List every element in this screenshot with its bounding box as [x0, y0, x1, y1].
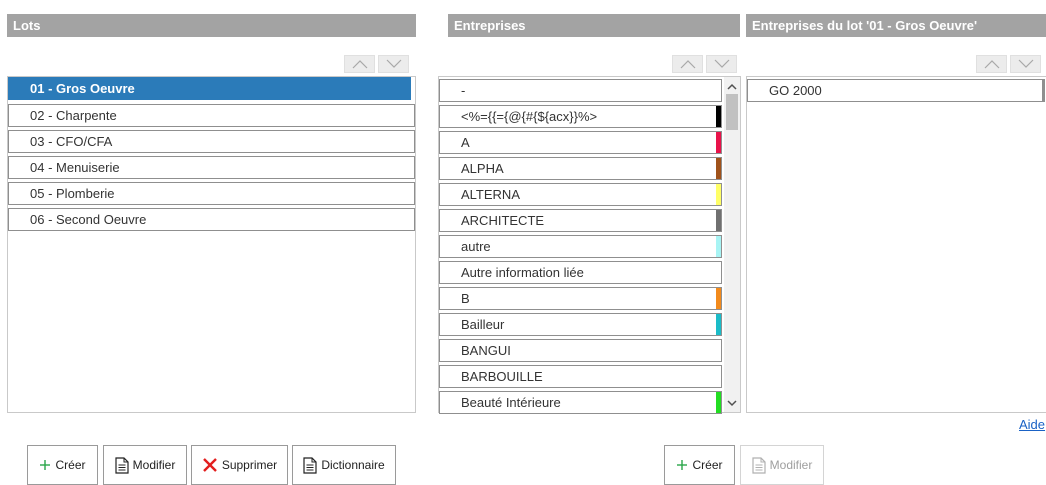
entreprises-scrollbar[interactable] — [724, 77, 740, 412]
entreprises-list: - <%={{={@{#{${acx}}%> A ALPHA ALTERNA A… — [438, 76, 741, 414]
lot-entreprises-move-up-button[interactable] — [976, 55, 1007, 73]
lots-move-up-button[interactable] — [344, 55, 375, 73]
entreprise-item[interactable]: - — [439, 79, 722, 102]
lot-item[interactable]: 06 - Second Oeuvre — [8, 208, 415, 231]
lot-entreprise-item[interactable]: GO 2000 — [747, 79, 1045, 102]
plus-icon — [676, 459, 688, 471]
entreprise-item[interactable]: Bailleur — [439, 313, 722, 336]
entreprises-order-controls — [672, 55, 737, 73]
color-swatch — [716, 210, 721, 231]
document-icon — [303, 456, 317, 474]
lot-entreprises-list: GO 2000 — [746, 76, 1046, 413]
scroll-up-icon[interactable] — [727, 83, 737, 91]
entreprise-item[interactable]: <%={{={@{#{${acx}}%> — [439, 105, 722, 128]
color-swatch — [716, 106, 721, 127]
lots-order-controls — [344, 55, 409, 73]
entreprise-item[interactable]: Autre information liée — [439, 261, 722, 284]
entreprise-item[interactable]: BARBOUILLE — [439, 365, 722, 388]
lots-move-down-button[interactable] — [378, 55, 409, 73]
chevron-down-icon — [714, 59, 729, 68]
color-swatch — [716, 288, 721, 309]
color-swatch — [716, 184, 721, 205]
lot-dictionary-button[interactable]: Dictionnaire — [292, 445, 396, 485]
lots-header: Lots — [7, 14, 416, 37]
entreprise-item[interactable]: autre — [439, 235, 722, 258]
entreprises-header: Entreprises — [448, 14, 740, 37]
entreprises-move-up-button[interactable] — [672, 55, 703, 73]
lot-item[interactable]: 04 - Menuiserie — [8, 156, 415, 179]
lot-item[interactable]: 03 - CFO/CFA — [8, 130, 415, 153]
chevron-up-icon — [352, 60, 367, 69]
entreprise-item[interactable]: A — [439, 131, 722, 154]
entreprise-modify-button[interactable]: Modifier — [740, 445, 824, 485]
lot-modify-button[interactable]: Modifier — [103, 445, 187, 485]
scroll-down-icon[interactable] — [727, 399, 737, 407]
lot-item[interactable]: 01 - Gros Oeuvre — [8, 77, 411, 100]
color-swatch — [716, 392, 721, 413]
lot-entreprises-header: Entreprises du lot '01 - Gros Oeuvre' — [746, 14, 1046, 37]
lots-list: 01 - Gros Oeuvre 02 - Charpente 03 - CFO… — [7, 76, 416, 413]
entreprise-item[interactable]: ARCHITECTE — [439, 209, 722, 232]
lot-create-button[interactable]: Créer — [27, 445, 98, 485]
help-link[interactable]: Aide — [1019, 417, 1045, 432]
entreprises-move-down-button[interactable] — [706, 55, 737, 73]
lot-delete-button[interactable]: Supprimer — [191, 445, 288, 485]
document-icon — [752, 456, 766, 474]
cross-icon — [202, 457, 218, 473]
plus-icon — [39, 459, 51, 471]
scrollbar-thumb[interactable] — [726, 94, 738, 130]
entreprise-item[interactable]: B — [439, 287, 722, 310]
color-swatch — [716, 314, 721, 335]
lot-entreprises-order-controls — [976, 55, 1041, 73]
color-swatch — [716, 236, 721, 257]
lot-item[interactable]: 05 - Plomberie — [8, 182, 415, 205]
entreprise-item[interactable]: ALPHA — [439, 157, 722, 180]
document-icon — [115, 456, 129, 474]
entreprise-item[interactable]: BANGUI — [439, 339, 722, 362]
entreprise-item[interactable]: ALTERNA — [439, 183, 722, 206]
lot-item[interactable]: 02 - Charpente — [8, 104, 415, 127]
chevron-up-icon — [984, 60, 999, 69]
color-swatch — [716, 132, 721, 153]
lot-entreprises-move-down-button[interactable] — [1010, 55, 1041, 73]
entreprise-create-button[interactable]: Créer — [664, 445, 735, 485]
chevron-down-icon — [386, 59, 401, 68]
chevron-up-icon — [680, 60, 695, 69]
entreprise-item[interactable]: Beauté Intérieure — [439, 391, 722, 414]
color-swatch — [716, 158, 721, 179]
chevron-down-icon — [1018, 59, 1033, 68]
